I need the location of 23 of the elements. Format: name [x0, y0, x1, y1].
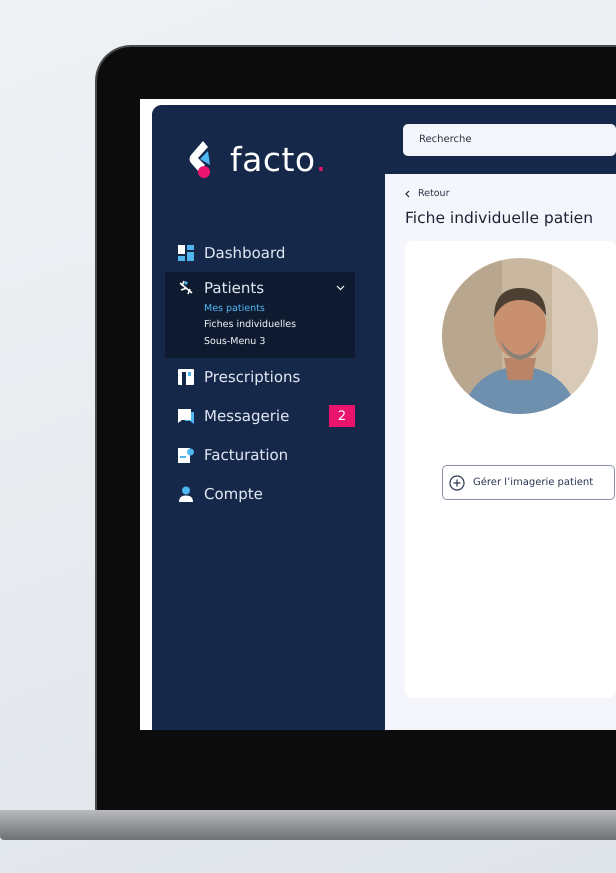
submenu-item[interactable]: Sous-Menu 3 [204, 333, 266, 350]
search-field[interactable]: Recherche [403, 124, 616, 156]
count-badge: 2 [329, 405, 355, 427]
nav-item[interactable]: Facturation [165, 436, 355, 474]
nav-item[interactable]: Prescriptions [165, 358, 355, 396]
back-link[interactable]: Retour [405, 188, 450, 199]
logo-icon [187, 139, 213, 179]
submenu-item[interactable]: Fiches individuelles [204, 316, 296, 333]
nav-item[interactable]: Messagerie 2 [165, 396, 355, 436]
page-title: Fiche individuelle patien [405, 209, 594, 227]
dashboard-icon [178, 244, 194, 260]
nav-item[interactable]: Compte [165, 474, 355, 514]
manage-imaging-button[interactable]: Gérer l’imagerie patient [442, 465, 615, 500]
chat-icon [178, 408, 194, 424]
nav-item[interactable]: Dashboard [165, 233, 355, 272]
logo-dot: . [316, 140, 326, 178]
logo-text: facto [230, 140, 316, 178]
user-icon [178, 486, 194, 502]
chevron-down-icon [336, 285, 345, 291]
chevron-left-icon [405, 190, 410, 198]
invoice-icon [178, 447, 194, 463]
document-icon [178, 369, 194, 385]
plus-circle-icon [449, 474, 465, 490]
